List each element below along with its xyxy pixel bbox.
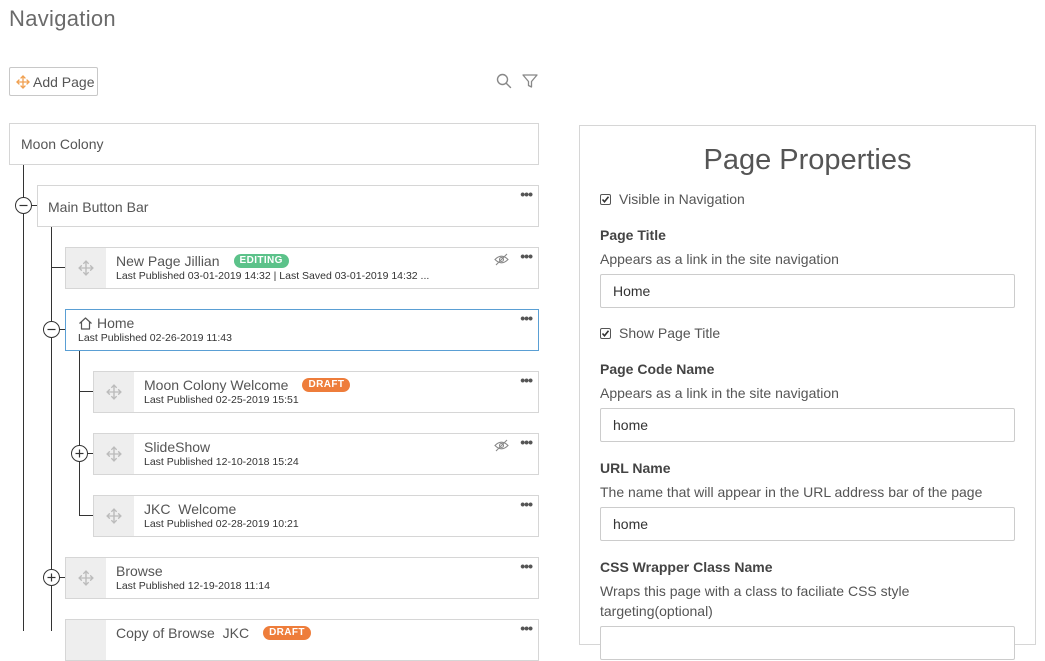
plus-icon xyxy=(47,573,56,582)
tree-connector xyxy=(51,267,65,268)
node-name: SlideShow xyxy=(144,439,211,455)
node-name: Browse xyxy=(116,563,163,579)
editing-badge: EDITING xyxy=(233,254,289,268)
search-icon[interactable] xyxy=(495,72,513,90)
drag-handle[interactable] xyxy=(66,248,106,288)
home-icon xyxy=(79,316,92,330)
drag-handle[interactable] xyxy=(66,558,106,598)
url-name-input[interactable] xyxy=(600,507,1015,541)
move-icon xyxy=(78,260,94,276)
more-options-icon[interactable]: ••• xyxy=(520,559,533,573)
url-name-label: URL Name xyxy=(600,460,671,476)
filter-icon[interactable] xyxy=(521,72,539,90)
more-options-icon[interactable]: ••• xyxy=(520,311,533,325)
tree-connector xyxy=(79,391,93,392)
drag-handle[interactable] xyxy=(94,434,134,474)
tree-node[interactable]: SlideShow Last Published 12-10-2018 15:2… xyxy=(93,433,539,475)
checkmark-icon xyxy=(601,329,610,337)
show-page-title-row[interactable]: Show Page Title xyxy=(600,325,720,341)
node-name: Home xyxy=(97,315,135,331)
drag-handle[interactable] xyxy=(66,620,106,660)
show-page-title-checkbox[interactable] xyxy=(600,327,611,339)
drag-handle[interactable] xyxy=(94,372,134,412)
tree-node-home[interactable]: Home Last Published 02-26-2019 11:43 ••• xyxy=(65,309,539,351)
more-options-icon[interactable]: ••• xyxy=(520,621,533,635)
node-subtitle: Last Published 02-26-2019 11:43 xyxy=(78,332,232,344)
css-wrapper-input[interactable] xyxy=(600,626,1015,660)
plus-icon xyxy=(75,449,84,458)
page-code-name-input[interactable] xyxy=(600,408,1015,442)
move-icon xyxy=(16,74,30,89)
collapse-toggle[interactable] xyxy=(15,197,32,214)
page-title-label: Page Title xyxy=(600,227,666,243)
move-icon xyxy=(78,570,94,586)
node-name: Moon Colony Welcome xyxy=(144,377,289,393)
add-page-button[interactable]: Add Page xyxy=(9,67,98,96)
tree-node[interactable]: Copy of Browse JKC DRAFT ••• xyxy=(65,619,539,661)
node-name: JKC Welcome xyxy=(144,501,237,517)
page-title-help: Appears as a link in the site navigation xyxy=(600,251,839,267)
page-title-input[interactable] xyxy=(600,274,1015,308)
css-wrapper-label: CSS Wrapper Class Name xyxy=(600,559,773,575)
expand-toggle[interactable] xyxy=(71,445,88,462)
page-code-name-help: Appears as a link in the site navigation xyxy=(600,385,839,401)
node-subtitle: Last Published 12-10-2018 15:24 xyxy=(144,456,299,468)
root-label: Moon Colony xyxy=(21,136,104,152)
move-icon xyxy=(106,446,122,462)
url-name-help: The name that will appear in the URL add… xyxy=(600,484,983,500)
draft-badge: DRAFT xyxy=(263,626,311,640)
tree-node[interactable]: Browse Last Published 12-19-2018 11:14 •… xyxy=(65,557,539,599)
tree-node-main-button-bar[interactable]: Main Button Bar ••• xyxy=(37,185,539,227)
node-subtitle: Last Published 12-19-2018 11:14 xyxy=(116,580,270,592)
more-options-icon[interactable]: ••• xyxy=(520,435,533,449)
more-options-icon[interactable]: ••• xyxy=(520,373,533,387)
tree-node[interactable]: New Page Jillian EDITING Last Published … xyxy=(65,247,539,289)
tree-connector xyxy=(23,165,24,631)
node-subtitle: Last Published 02-25-2019 15:51 xyxy=(144,394,299,406)
page-code-name-label: Page Code Name xyxy=(600,361,715,377)
collapse-toggle[interactable] xyxy=(43,321,60,338)
move-icon xyxy=(106,508,122,524)
visible-in-nav-row[interactable]: Visible in Navigation xyxy=(600,191,745,207)
move-icon xyxy=(106,384,122,400)
panel-title: Page Properties xyxy=(703,144,912,176)
more-options-icon[interactable]: ••• xyxy=(520,187,533,201)
visible-in-nav-checkbox[interactable] xyxy=(600,193,611,205)
more-options-icon[interactable]: ••• xyxy=(520,249,533,263)
minus-icon xyxy=(19,204,28,207)
checkmark-icon xyxy=(601,195,610,203)
node-name: Copy of Browse JKC xyxy=(116,625,250,641)
node-name: New Page Jillian xyxy=(116,253,220,269)
draft-badge: DRAFT xyxy=(302,378,351,392)
hidden-eye-icon xyxy=(494,253,509,266)
tree-node[interactable]: Moon Colony Welcome DRAFT Last Published… xyxy=(93,371,539,413)
css-wrapper-help: Wraps this page with a class to faciliat… xyxy=(600,583,910,619)
node-subtitle: Last Published 03-01-2019 14:32 | Last S… xyxy=(116,270,430,282)
more-options-icon[interactable]: ••• xyxy=(520,497,533,511)
show-page-title-label: Show Page Title xyxy=(619,325,721,341)
tree-node[interactable]: JKC Welcome Last Published 02-28-2019 10… xyxy=(93,495,539,537)
add-page-label: Add Page xyxy=(33,73,95,90)
drag-handle[interactable] xyxy=(94,496,134,536)
visible-in-nav-label: Visible in Navigation xyxy=(619,191,745,207)
node-name: Main Button Bar xyxy=(48,199,149,215)
node-subtitle: Last Published 02-28-2019 10:21 xyxy=(144,518,299,530)
hidden-eye-icon xyxy=(494,439,509,452)
tree-connector xyxy=(79,350,80,516)
tree-root[interactable]: Moon Colony xyxy=(9,123,539,165)
minus-icon xyxy=(47,328,56,331)
tree-connector xyxy=(79,515,93,516)
page-title: Navigation xyxy=(9,6,116,31)
expand-toggle[interactable] xyxy=(43,569,60,586)
